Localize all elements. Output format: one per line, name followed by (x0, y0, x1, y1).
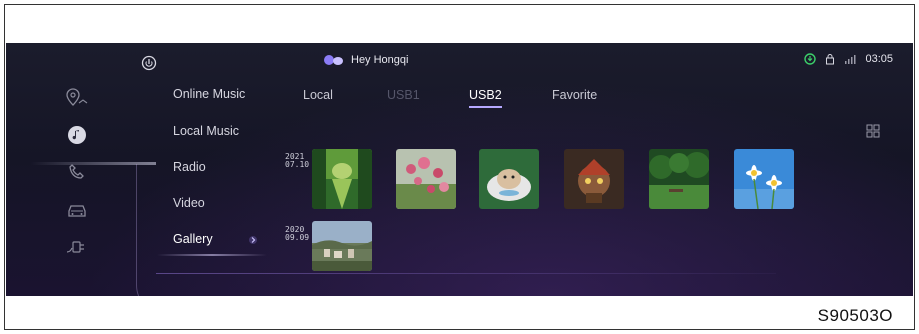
date-group-2020: 2020 09.09 (285, 226, 309, 242)
clock-time: 03:05 (865, 53, 893, 65)
assistant-label: Hey Hongqi (351, 54, 409, 66)
photo-daisies-sky[interactable] (734, 149, 794, 209)
date-day: 09.09 (285, 233, 310, 242)
app-rail (6, 78, 156, 296)
photo-game-character[interactable] (564, 149, 624, 209)
download-icon (804, 53, 817, 65)
power-icon[interactable] (141, 55, 157, 71)
tab-active-underline (469, 106, 502, 108)
tab-usb2-label: USB2 (469, 88, 502, 102)
menu-item-gallery-label: Gallery (173, 232, 213, 246)
photo-green-park[interactable] (649, 149, 709, 209)
phone-icon[interactable] (64, 161, 90, 183)
photo-hamster-in-cup[interactable] (479, 149, 539, 209)
tab-usb1[interactable]: USB1 (387, 88, 420, 102)
tab-usb2[interactable]: USB2 (469, 88, 502, 108)
figure-code: S90503O (817, 306, 893, 325)
music-icon[interactable] (64, 124, 90, 146)
signal-icon (844, 54, 856, 65)
status-indicators: 03:05 (795, 53, 893, 65)
charging-icon[interactable] (64, 236, 90, 258)
menu-item-gallery[interactable]: Gallery (157, 232, 267, 256)
date-day: 07.10 (285, 160, 310, 169)
photo-pink-flowers[interactable] (396, 149, 456, 209)
menu-item-video[interactable]: Video (173, 196, 205, 210)
navigation-icon[interactable] (64, 86, 90, 108)
assistant-icon (323, 54, 345, 66)
car-icon[interactable] (64, 199, 90, 221)
lock-icon (825, 53, 835, 65)
menu-item-online-music[interactable]: Online Music (173, 87, 245, 101)
menu-item-local-music[interactable]: Local Music (173, 124, 239, 138)
rail-divider (136, 164, 177, 296)
content-divider (156, 273, 776, 274)
tab-local[interactable]: Local (303, 88, 333, 102)
date-group-2021: 2021 07.10 (285, 153, 309, 169)
infotainment-screen: Hey Hongqi 03:05 Online Music Local Musi… (6, 43, 913, 296)
photo-town-landscape[interactable] (312, 221, 372, 271)
tab-favorite[interactable]: Favorite (552, 88, 597, 102)
chevron-right-icon (248, 234, 258, 244)
photo-forest-path[interactable] (312, 149, 372, 209)
menu-item-radio[interactable]: Radio (173, 160, 206, 174)
voice-assistant[interactable]: Hey Hongqi (323, 54, 408, 66)
menu-active-underline (157, 254, 267, 256)
grid-view-icon[interactable] (866, 124, 880, 138)
